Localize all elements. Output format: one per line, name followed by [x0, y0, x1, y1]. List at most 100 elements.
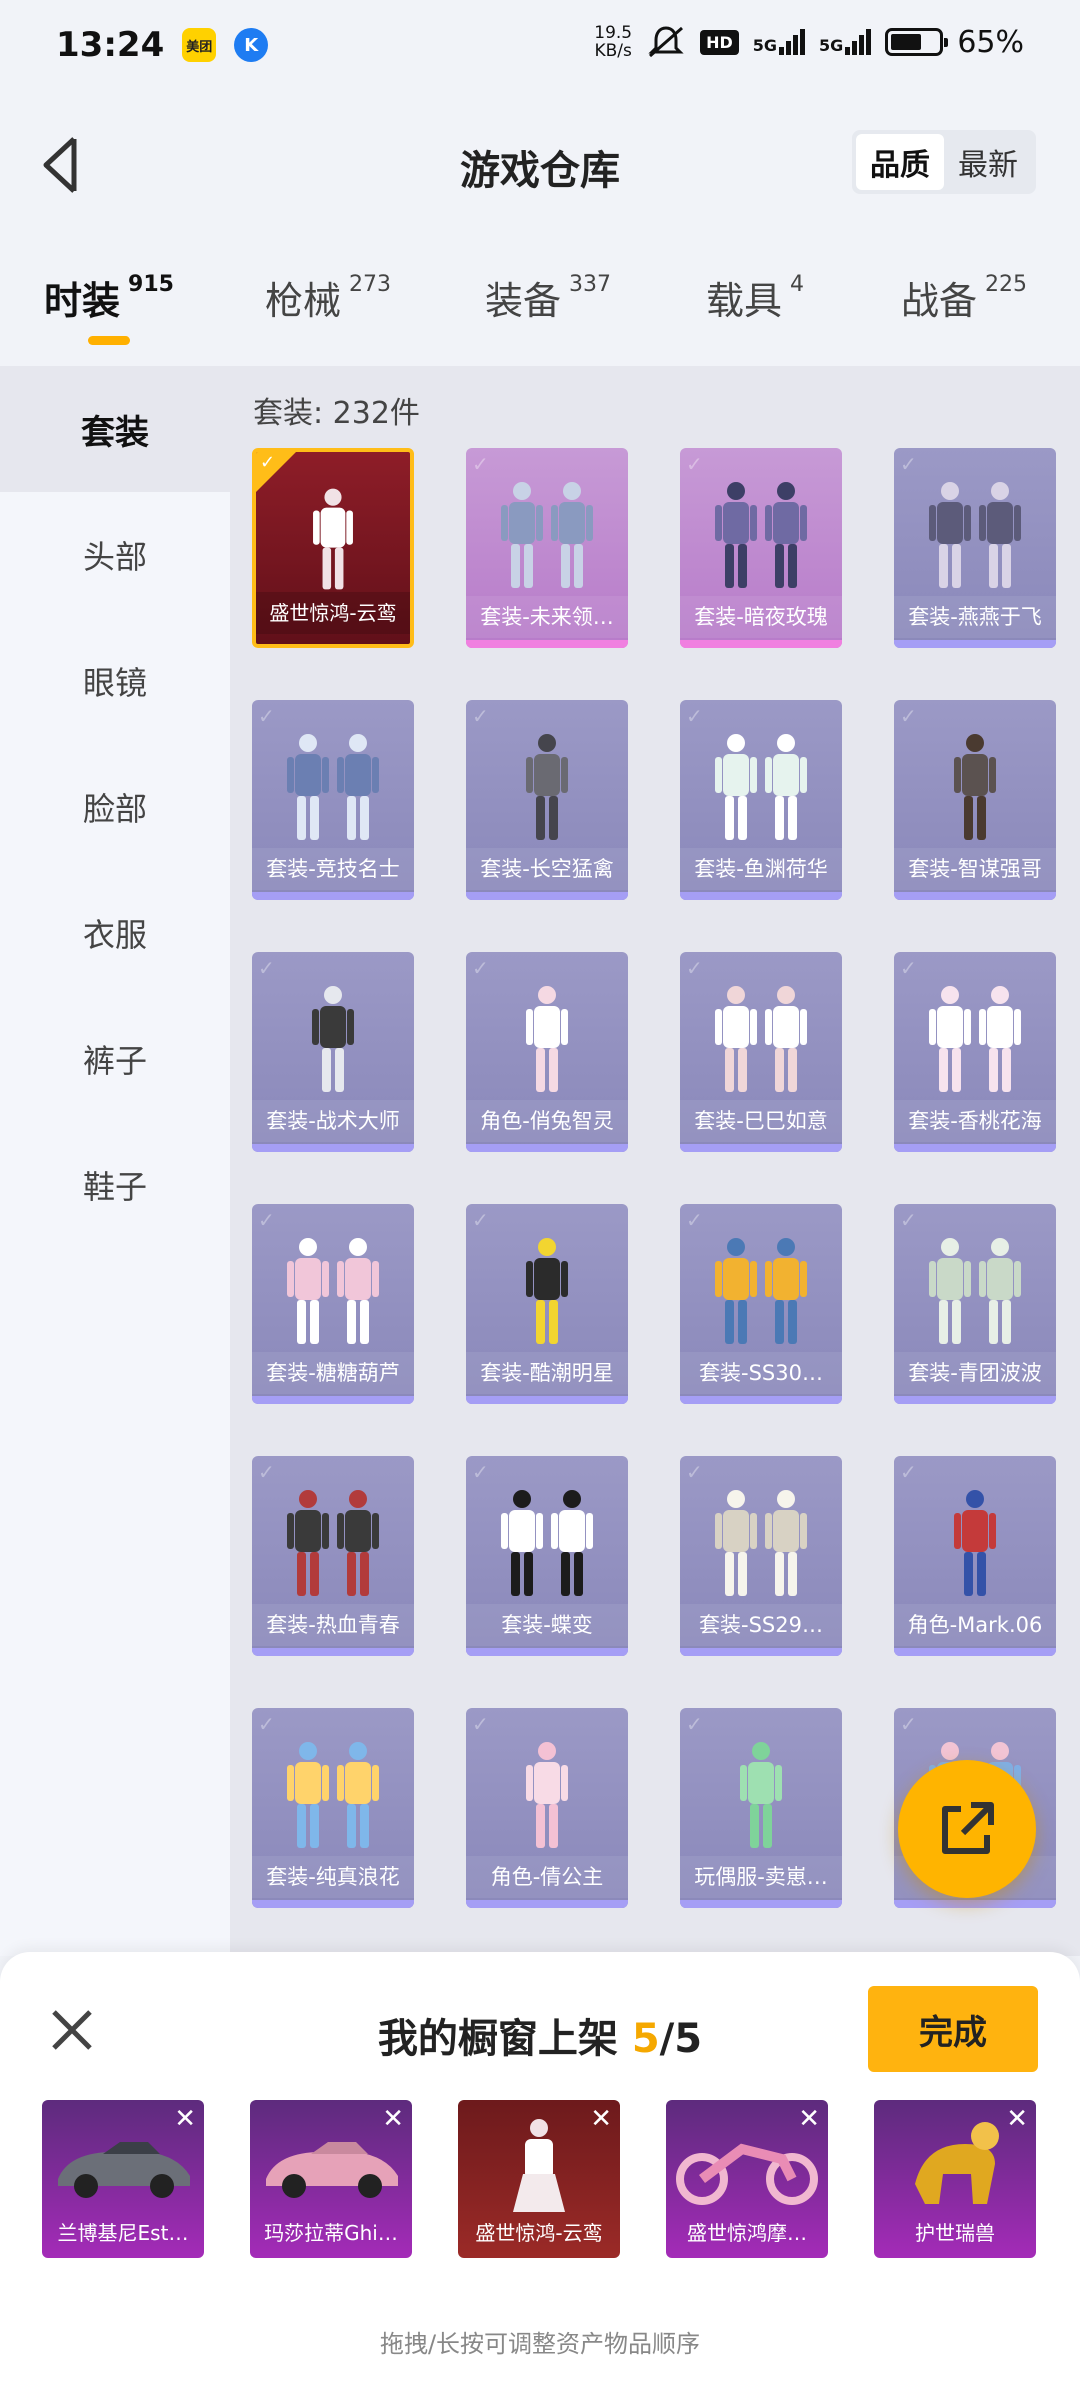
item-image: [252, 722, 414, 852]
item-card[interactable]: ✓ 套装-纯真浪花: [252, 1708, 414, 1908]
rarity-bar: [252, 892, 414, 900]
rarity-bar: [680, 640, 842, 648]
item-image: [680, 974, 842, 1104]
active-tab-indicator: [88, 336, 130, 345]
showcase-item-name: 护世瑞兽: [915, 2221, 995, 2245]
signal-icon-2: 5G: [819, 29, 872, 55]
sidebar: 套装 头部 眼镜 脸部 衣服 裤子 鞋子: [0, 366, 230, 1956]
hd-icon: HD: [700, 29, 739, 55]
item-image: [466, 1478, 628, 1608]
item-card[interactable]: ✓ 套装-糖糖葫芦: [252, 1204, 414, 1404]
rarity-bar: [680, 1648, 842, 1656]
tab-equipment[interactable]: 装备 337: [485, 250, 611, 325]
rarity-bar: [680, 892, 842, 900]
item-card[interactable]: ✓ 套装-热血青春: [252, 1456, 414, 1656]
tab-supplies[interactable]: 战备 225: [901, 250, 1027, 325]
rarity-bar: [894, 1144, 1056, 1152]
item-card[interactable]: ✓ 套装-酷潮明星: [466, 1204, 628, 1404]
showcase-item[interactable]: ✕ 盛世惊鸿-云鸾: [458, 2100, 620, 2258]
signal-icon-1: 5G: [753, 29, 806, 55]
rarity-bar: [466, 640, 628, 648]
item-card[interactable]: ✓ 玩偶服-卖崽…: [680, 1708, 842, 1908]
showcase-item[interactable]: ✕ 兰博基尼Est…: [42, 2100, 204, 2258]
remove-item-icon[interactable]: ✕: [798, 2104, 820, 2134]
remove-item-icon[interactable]: ✕: [382, 2104, 404, 2134]
item-image: [680, 722, 842, 852]
item-card[interactable]: ✓ 角色-Mark.06: [894, 1456, 1056, 1656]
item-card[interactable]: ✓ 套装-香桃花海: [894, 952, 1056, 1152]
item-name: 角色-倩公主: [466, 1856, 628, 1898]
item-name: 套装-暗夜玫瑰: [680, 596, 842, 638]
tab-fashion[interactable]: 时装 915: [44, 250, 174, 345]
rarity-bar: [680, 1900, 842, 1908]
rarity-bar: [466, 1900, 628, 1908]
sidebar-item-clothes[interactable]: 衣服: [0, 870, 230, 996]
rarity-bar: [680, 1396, 842, 1404]
item-image: [680, 470, 842, 600]
item-image: [466, 1226, 628, 1356]
item-card[interactable]: ✓ 套装-燕燕于飞: [894, 448, 1056, 648]
rarity-bar: [252, 1648, 414, 1656]
tab-vehicles[interactable]: 载具 4: [706, 250, 804, 325]
item-card[interactable]: ✓ 套装-青团波波: [894, 1204, 1056, 1404]
rarity-bar: [466, 1396, 628, 1404]
showcase-item-name: 玛莎拉蒂Ghi…: [264, 2221, 398, 2245]
sidebar-item-head[interactable]: 头部: [0, 492, 230, 618]
sidebar-item-outfit[interactable]: 套装: [0, 366, 230, 492]
item-card[interactable]: ✓ 套装-鱼渊荷华: [680, 700, 842, 900]
item-card[interactable]: ✓ 角色-俏兔智灵: [466, 952, 628, 1152]
showcase-list: ✕ 兰博基尼Est… ✕ 玛莎拉蒂Ghi… ✕ 盛世惊鸿-云鸾 ✕ 盛世惊鸿摩… ✕ 护世瑞兽: [42, 2100, 1036, 2258]
rarity-bar: [894, 640, 1056, 648]
showcase-total-count: 5: [674, 2016, 703, 2062]
item-image: [466, 722, 628, 852]
rarity-bar: [252, 1900, 414, 1908]
rarity-bar: [252, 1144, 414, 1152]
item-card[interactable]: ✓ 套装-巳巳如意: [680, 952, 842, 1152]
tab-weapons[interactable]: 枪械 273: [265, 250, 391, 325]
item-card[interactable]: ✓ 角色-倩公主: [466, 1708, 628, 1908]
showcase-item-name: 盛世惊鸿-云鸾: [475, 2221, 603, 2245]
item-card[interactable]: ✓ 套装-战术大师: [252, 952, 414, 1152]
done-button[interactable]: 完成: [868, 1986, 1038, 2072]
item-card[interactable]: ✓ 套装-SS29…: [680, 1456, 842, 1656]
item-card[interactable]: ✓ 套装-未来领…: [466, 448, 628, 648]
item-name: 套装-热血青春: [252, 1604, 414, 1646]
sidebar-item-shoes[interactable]: 鞋子: [0, 1122, 230, 1248]
item-name: 套装-未来领…: [466, 596, 628, 638]
item-name: 套装-青团波波: [894, 1352, 1056, 1394]
item-image: [894, 1478, 1056, 1608]
remove-item-icon[interactable]: ✕: [590, 2104, 612, 2134]
item-image: [894, 1226, 1056, 1356]
item-card-selected[interactable]: ✓ 盛世惊鸿-云鸾: [252, 448, 414, 648]
showcase-item[interactable]: ✕ 护世瑞兽: [874, 2100, 1036, 2258]
item-card[interactable]: ✓ 套装-长空猛禽: [466, 700, 628, 900]
item-image: [680, 1226, 842, 1356]
rarity-bar: [252, 1396, 414, 1404]
item-card[interactable]: ✓ 套装-智谋强哥: [894, 700, 1056, 900]
item-name: 套装-竞技名士: [252, 848, 414, 890]
showcase-item[interactable]: ✕ 盛世惊鸿摩…: [666, 2100, 828, 2258]
item-card[interactable]: ✓ 套装-蝶变: [466, 1456, 628, 1656]
item-image: [894, 722, 1056, 852]
item-name: 角色-俏兔智灵: [466, 1100, 628, 1142]
sidebar-item-pants[interactable]: 裤子: [0, 996, 230, 1122]
status-time: 13:24: [56, 25, 165, 65]
showcase-panel: 我的橱窗上架 5/5 完成 ✕ 兰博基尼Est… ✕ 玛莎拉蒂Ghi… ✕ 盛世惊鸿-云鸾…: [0, 1952, 1080, 2400]
remove-item-icon[interactable]: ✕: [1006, 2104, 1028, 2134]
sort-newest-button[interactable]: 最新: [944, 134, 1032, 190]
item-image: [252, 1730, 414, 1860]
sort-quality-button[interactable]: 品质: [856, 134, 944, 190]
sidebar-item-glasses[interactable]: 眼镜: [0, 618, 230, 744]
item-name: 套装-长空猛禽: [466, 848, 628, 890]
remove-item-icon[interactable]: ✕: [174, 2104, 196, 2134]
item-name: 套装-SS29…: [680, 1604, 842, 1646]
share-button[interactable]: [898, 1760, 1036, 1898]
item-card[interactable]: ✓ 套装-暗夜玫瑰: [680, 448, 842, 648]
item-card[interactable]: ✓ 套装-竞技名士: [252, 700, 414, 900]
sidebar-item-face[interactable]: 脸部: [0, 744, 230, 870]
rarity-bar: [466, 1144, 628, 1152]
item-image: [252, 1226, 414, 1356]
item-card[interactable]: ✓ 套装-SS30…: [680, 1204, 842, 1404]
showcase-item[interactable]: ✕ 玛莎拉蒂Ghi…: [250, 2100, 412, 2258]
battery-icon: [885, 28, 949, 56]
